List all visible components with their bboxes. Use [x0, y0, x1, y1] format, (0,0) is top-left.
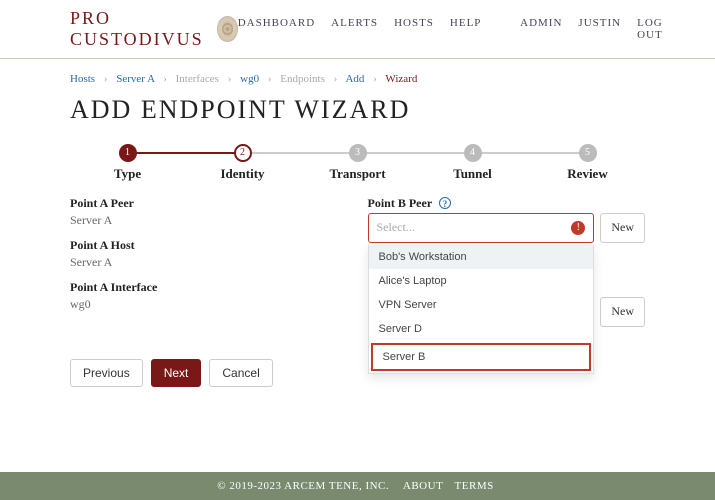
step-number: 2: [234, 144, 252, 162]
crumb-wg0[interactable]: wg0: [240, 73, 259, 85]
dropdown-option-server-d[interactable]: Server D: [369, 317, 594, 341]
step-tunnel[interactable]: 4 Tunnel: [415, 143, 530, 182]
label-point-a-host: Point A Host: [70, 238, 348, 253]
step-number: 3: [349, 144, 367, 162]
value-point-a-peer: Server A: [70, 213, 348, 228]
footer: © 2019-2023 ARCEM TENE, INC. ABOUT TERMS: [0, 472, 715, 500]
brand-logo-icon: [217, 16, 237, 42]
nav-dashboard[interactable]: DASHBOARD: [238, 17, 315, 41]
label-point-a-interface: Point A Interface: [70, 280, 348, 295]
label-point-b-peer-text: Point B Peer: [368, 196, 432, 210]
wizard-steps: 1 Type 2 Identity 3 Transport 4 Tunnel 5…: [70, 143, 645, 182]
nav-hosts[interactable]: HOSTS: [394, 17, 434, 41]
new-peer-button[interactable]: New: [600, 213, 645, 243]
nav-separator: [497, 17, 504, 41]
page-title: ADD ENDPOINT WIZARD: [70, 95, 645, 135]
crumb-hosts[interactable]: Hosts: [70, 73, 95, 85]
step-label: Tunnel: [415, 166, 530, 182]
nav-user[interactable]: JUSTIN: [578, 17, 621, 41]
point-b-peer-select-wrap: Select... ! Bob's Workstation Alice's La…: [368, 213, 595, 243]
nav-logout[interactable]: LOG OUT: [637, 17, 668, 41]
nav-alerts[interactable]: ALERTS: [331, 17, 378, 41]
nav-help[interactable]: HELP: [450, 17, 482, 41]
step-review[interactable]: 5 Review: [530, 143, 645, 182]
dropdown-option-server-b[interactable]: Server B: [371, 343, 592, 371]
field-point-b-peer: Point B Peer ? Select... ! Bob's Worksta…: [368, 196, 646, 243]
crumb-add[interactable]: Add: [345, 73, 364, 85]
point-b-peer-row: Select... ! Bob's Workstation Alice's La…: [368, 213, 646, 243]
crumb-wizard: Wizard: [385, 73, 417, 85]
step-label: Type: [70, 166, 185, 182]
breadcrumb: Hosts › Server A › Interfaces › wg0 › En…: [70, 67, 645, 95]
value-point-a-interface: wg0: [70, 297, 348, 312]
point-b-peer-select[interactable]: Select... !: [368, 213, 595, 243]
crumb-server-a[interactable]: Server A: [116, 73, 154, 85]
col-point-a: Point A Peer Server A Point A Host Serve…: [70, 196, 348, 337]
new-host-button[interactable]: New: [600, 297, 645, 327]
step-label: Transport: [300, 166, 415, 182]
error-icon: !: [571, 221, 585, 235]
step-identity[interactable]: 2 Identity: [185, 143, 300, 182]
value-point-a-host: Server A: [70, 255, 348, 270]
step-label: Identity: [185, 166, 300, 182]
crumb-endpoints: Endpoints: [280, 73, 325, 85]
help-icon[interactable]: ?: [439, 197, 451, 209]
step-transport[interactable]: 3 Transport: [300, 143, 415, 182]
form-columns: Point A Peer Server A Point A Host Serve…: [70, 196, 645, 337]
top-nav: DASHBOARD ALERTS HOSTS HELP ADMIN JUSTIN…: [238, 17, 668, 41]
select-placeholder: Select...: [377, 220, 415, 235]
field-point-a-host: Point A Host Server A: [70, 238, 348, 270]
previous-button[interactable]: Previous: [70, 359, 143, 387]
step-number: 5: [579, 144, 597, 162]
field-point-a-interface: Point A Interface wg0: [70, 280, 348, 312]
next-button[interactable]: Next: [151, 359, 202, 387]
footer-about[interactable]: ABOUT: [403, 480, 443, 492]
label-point-a-peer: Point A Peer: [70, 196, 348, 211]
nav-admin[interactable]: ADMIN: [520, 17, 562, 41]
step-number: 4: [464, 144, 482, 162]
dropdown-option-vpn[interactable]: VPN Server: [369, 293, 594, 317]
step-number: 1: [119, 144, 137, 162]
dropdown-option-alice[interactable]: Alice's Laptop: [369, 269, 594, 293]
step-type[interactable]: 1 Type: [70, 143, 185, 182]
topbar: PRO CUSTODIVUS DASHBOARD ALERTS HOSTS HE…: [0, 0, 715, 59]
field-point-a-peer: Point A Peer Server A: [70, 196, 348, 228]
brand-text: PRO CUSTODIVUS: [70, 8, 209, 50]
point-b-peer-dropdown: Bob's Workstation Alice's Laptop VPN Ser…: [368, 245, 595, 374]
col-point-b: Point B Peer ? Select... ! Bob's Worksta…: [368, 196, 646, 337]
main-container: Hosts › Server A › Interfaces › wg0 › En…: [0, 59, 715, 427]
label-point-b-peer: Point B Peer ?: [368, 196, 646, 211]
dropdown-option-bob[interactable]: Bob's Workstation: [369, 245, 594, 269]
brand[interactable]: PRO CUSTODIVUS: [70, 8, 238, 50]
footer-copyright: © 2019-2023 ARCEM TENE, INC.: [217, 480, 389, 492]
cancel-button[interactable]: Cancel: [209, 359, 272, 387]
crumb-interfaces: Interfaces: [176, 73, 219, 85]
step-label: Review: [530, 166, 645, 182]
footer-terms[interactable]: TERMS: [455, 480, 494, 492]
